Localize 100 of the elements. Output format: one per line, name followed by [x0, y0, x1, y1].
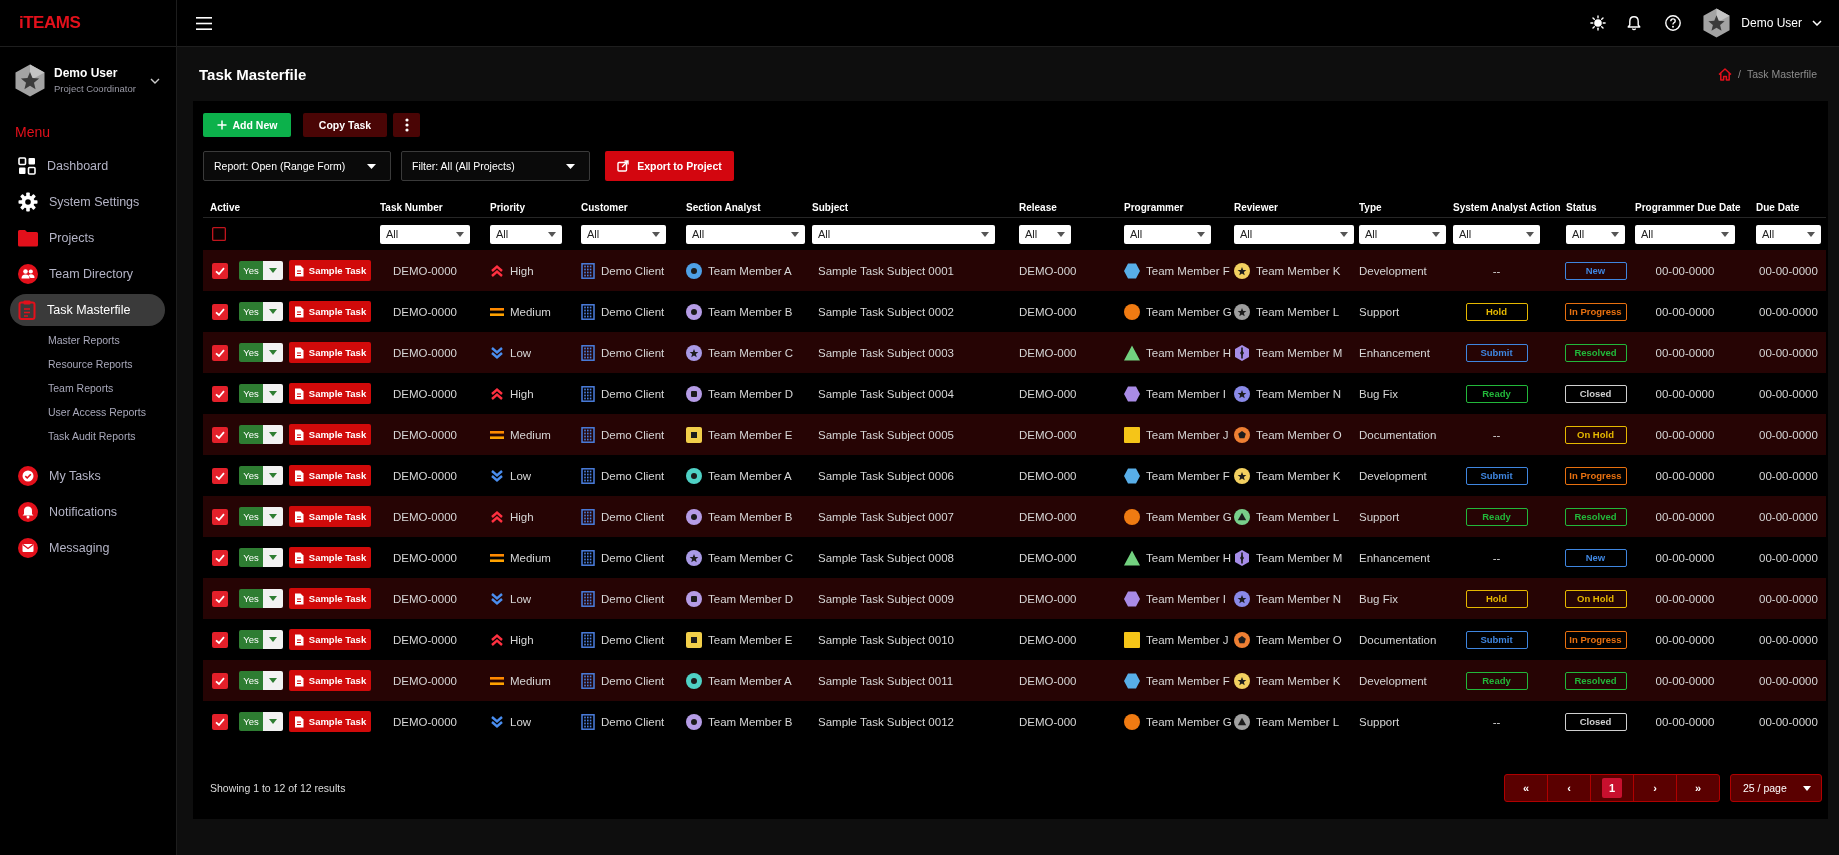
menu-item[interactable]: Projects — [18, 220, 95, 256]
report-dropdown[interactable]: Report: Open (Range Form) — [203, 151, 391, 181]
menu-item[interactable]: Messaging — [18, 530, 110, 566]
bell-icon[interactable] — [1626, 15, 1643, 31]
empty-action-text: -- — [1492, 551, 1501, 564]
checkbox[interactable] — [212, 426, 228, 443]
submenu-item[interactable]: Resource Reports — [48, 352, 133, 376]
previous-page-button[interactable]: ‹ — [1559, 778, 1579, 798]
checkbox[interactable] — [212, 385, 228, 402]
filter-dropdown[interactable]: All — [490, 224, 562, 244]
column-header: Priority — [490, 201, 525, 213]
filter-dropdown[interactable]: All — [1359, 224, 1446, 244]
task-button[interactable]: Sample Task — [289, 260, 371, 281]
task-button[interactable]: Sample Task — [289, 342, 371, 363]
double-bar-icon — [490, 429, 504, 440]
filter-dropdown[interactable]: All — [380, 224, 470, 244]
task-button[interactable]: Sample Task — [289, 629, 371, 650]
filter-dropdown[interactable]: All — [1635, 224, 1735, 244]
subject-text: Sample Task Subject 0006 — [818, 469, 954, 482]
customer-name: Demo Client — [601, 674, 665, 687]
checkbox[interactable] — [212, 227, 226, 241]
customer-name: Demo Client — [601, 469, 665, 482]
task-button[interactable]: Sample Task — [289, 588, 371, 609]
filter-dropdown[interactable]: All — [1566, 224, 1625, 244]
checkbox[interactable] — [212, 344, 228, 361]
status-badge: New — [1564, 261, 1627, 280]
empty-action-text: -- — [1492, 428, 1501, 441]
type-label: Support — [1359, 305, 1400, 318]
action-badge: Submit — [1465, 630, 1528, 649]
column-header: System Analyst Action — [1453, 201, 1561, 213]
filter-dropdown[interactable]: All — [1453, 224, 1540, 244]
more-button[interactable] — [393, 113, 420, 137]
action-badge: Submit — [1465, 466, 1528, 485]
filter-dropdown[interactable]: All — [1756, 224, 1821, 244]
customer-name: Demo Client — [601, 510, 665, 523]
checkbox[interactable] — [212, 631, 228, 648]
page-size-dropdown[interactable]: 25 / page — [1730, 774, 1822, 802]
task-button[interactable]: Sample Task — [289, 670, 371, 691]
checkbox[interactable] — [212, 262, 228, 279]
submenu-item[interactable]: Master Reports — [48, 328, 120, 352]
filter-dropdown[interactable]: All — [1124, 224, 1211, 244]
caret-icon — [263, 466, 283, 485]
checkbox[interactable] — [212, 672, 228, 689]
submenu-item[interactable]: Task Audit Reports — [48, 424, 136, 448]
submenu-item[interactable]: Team Reports — [48, 376, 114, 400]
status-badge: New — [1564, 548, 1627, 567]
sun-icon[interactable] — [1590, 15, 1607, 31]
filter-dropdown[interactable]: All — [812, 224, 995, 244]
menu-item[interactable]: Notifications — [18, 494, 118, 530]
caret-icon — [1057, 231, 1065, 237]
menu-icon[interactable] — [196, 16, 212, 30]
menu-item[interactable]: Team Directory — [18, 256, 134, 292]
status-badge: In Progress — [1564, 466, 1627, 485]
menu-item[interactable]: Dashboard — [18, 148, 109, 184]
task-button[interactable]: Sample Task — [289, 383, 371, 404]
submenu-item[interactable]: User Access Reports — [48, 400, 147, 424]
filter-dropdown[interactable]: All — [1234, 224, 1354, 244]
menu-item[interactable]: System Settings — [18, 184, 140, 220]
priority-label: High — [510, 387, 534, 400]
task-button[interactable]: Sample Task — [289, 547, 371, 568]
programmer-name: Team Member H — [1146, 346, 1231, 359]
home-icon[interactable] — [1718, 67, 1733, 81]
checkbox[interactable] — [212, 713, 228, 730]
checkbox[interactable] — [212, 590, 228, 607]
copy-button[interactable]: Copy Task — [303, 113, 387, 137]
checkbox[interactable] — [212, 467, 228, 484]
filter-dropdown[interactable]: All — [1019, 224, 1071, 244]
menu-item[interactable]: Task Masterfile — [10, 294, 165, 326]
customer-name: Demo Client — [601, 305, 665, 318]
project-filter-dropdown[interactable]: Filter: All (All Projects) — [401, 151, 590, 181]
next-page-button[interactable]: › — [1645, 778, 1665, 798]
checkbox[interactable] — [212, 508, 228, 525]
analyst-name: Team Member D — [708, 592, 793, 605]
caret-icon — [1526, 231, 1534, 237]
building-icon — [581, 426, 595, 443]
export-button[interactable]: Export to Project — [605, 151, 734, 181]
task-button[interactable]: Sample Task — [289, 301, 371, 322]
help-icon[interactable] — [1665, 15, 1682, 31]
chevron-down-icon[interactable] — [150, 77, 160, 84]
task-button[interactable]: Sample Task — [289, 465, 371, 486]
task-button[interactable]: Sample Task — [289, 424, 371, 445]
filter-dropdown[interactable]: All — [581, 224, 666, 244]
caret-icon — [263, 261, 283, 280]
menu-item[interactable]: My Tasks — [18, 458, 101, 494]
checkbox[interactable] — [212, 549, 228, 566]
type-label: Bug Fix — [1359, 592, 1398, 605]
clipboard-icon — [18, 300, 36, 320]
avatar-icon — [1703, 8, 1731, 38]
building-icon — [581, 385, 595, 402]
subject-text: Sample Task Subject 0011 — [818, 674, 954, 687]
filter-dropdown[interactable]: All — [686, 224, 805, 244]
last-page-button[interactable]: » — [1688, 778, 1708, 798]
page-button[interactable]: 1 — [1602, 778, 1622, 798]
column-header: Type — [1359, 201, 1382, 213]
task-button[interactable]: Sample Task — [289, 711, 371, 732]
first-page-button[interactable]: « — [1516, 778, 1536, 798]
checkbox[interactable] — [212, 303, 228, 320]
type-label: Enhancement — [1359, 346, 1430, 359]
task-button[interactable]: Sample Task — [289, 506, 371, 527]
caret-icon — [1803, 785, 1811, 791]
